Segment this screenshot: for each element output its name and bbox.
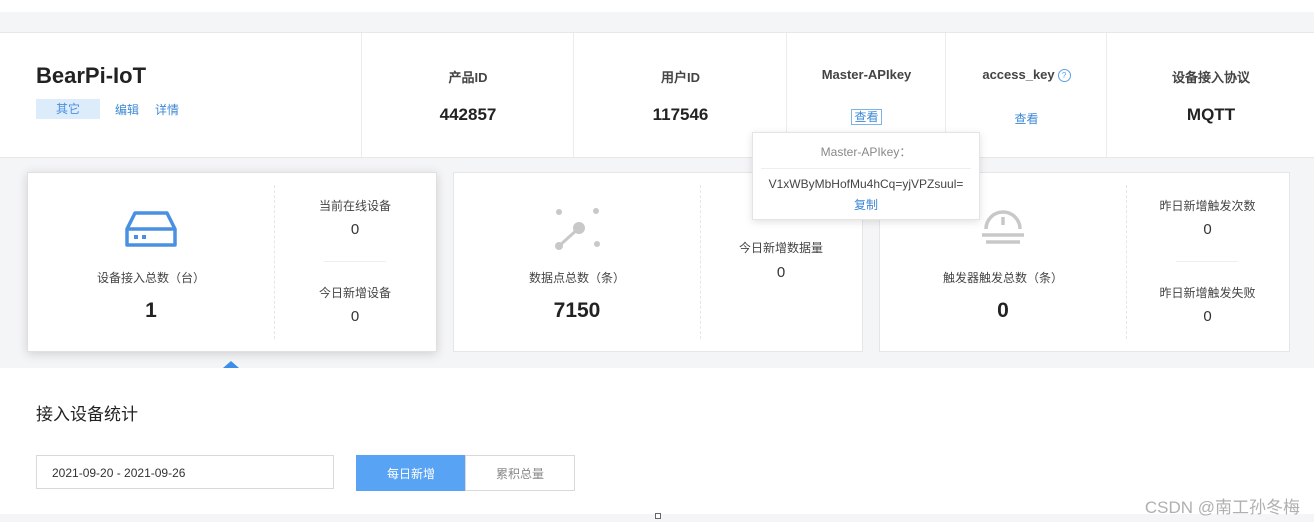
product-id-column: 产品ID 442857 — [361, 33, 574, 157]
new-data-today-label: 今日新增数据量 — [738, 241, 823, 255]
detail-link[interactable]: 详情 — [155, 101, 179, 118]
protocol-column: 设备接入协议 MQTT — [1106, 33, 1314, 157]
resize-handle[interactable] — [655, 513, 661, 519]
datapoint-icon — [554, 207, 602, 256]
yesterday-trigger-count-label: 昨日新增触发次数 — [1159, 199, 1256, 213]
triggers-total-label: 触发器触发总数（条） — [942, 271, 1063, 285]
yesterday-trigger-fail-label: 昨日新增触发失败 — [1159, 286, 1256, 300]
master-apikey-view-button[interactable]: 查看 — [851, 109, 882, 125]
online-devices-label: 当前在线设备 — [318, 199, 391, 213]
user-id-value: 117546 — [652, 105, 709, 124]
master-apikey-label: Master-APIkey — [821, 67, 912, 82]
trigger-icon — [980, 207, 1026, 254]
access-key-label: access_key — [982, 67, 1055, 82]
product-name: BearPi-IoT — [36, 63, 147, 88]
devices-total-label: 设备接入总数（台） — [96, 271, 205, 285]
online-devices-value: 0 — [350, 221, 360, 238]
new-devices-today-label: 今日新增设备 — [318, 286, 391, 300]
protocol-value: MQTT — [1186, 105, 1236, 124]
product-id-label: 产品ID — [448, 70, 488, 85]
copy-button[interactable]: 复制 — [753, 196, 979, 213]
datapoints-total-value: 7150 — [553, 299, 601, 322]
date-range-input[interactable]: 2021-09-20 - 2021-09-26 — [36, 455, 334, 489]
access-key-view-button[interactable]: 查看 — [1014, 112, 1038, 126]
product-id-value: 442857 — [439, 105, 497, 124]
device-icon — [125, 209, 177, 254]
page-band — [0, 12, 1314, 32]
new-data-today-value: 0 — [776, 264, 786, 281]
datapoints-total-label: 数据点总数（条） — [528, 271, 625, 285]
device-statistics-panel: 接入设备统计 2021-09-20 - 2021-09-26 每日新增 累积总量 — [0, 368, 1314, 514]
user-id-label: 用户ID — [660, 70, 700, 85]
edit-link[interactable]: 编辑 — [115, 101, 139, 118]
yesterday-trigger-fail-value: 0 — [1203, 308, 1212, 325]
master-apikey-value: V1xWByMbHofMu4hCq=yjVPZsuul= — [768, 177, 964, 191]
product-header: BearPi-IoT 其它 编辑 详情 产品ID 442857 用户ID 117… — [0, 32, 1314, 158]
watermark: CSDN @南工孙冬梅 — [1144, 498, 1300, 517]
device-stats-card[interactable]: 设备接入总数（台） 1 当前在线设备 0 今日新增设备 0 — [27, 172, 437, 352]
help-icon[interactable]: ? — [1057, 69, 1071, 83]
yesterday-trigger-count-value: 0 — [1203, 221, 1212, 238]
product-category-tag: 其它 — [36, 99, 100, 119]
devices-total-value: 1 — [145, 299, 157, 322]
side-separator — [324, 261, 386, 262]
statistics-title: 接入设备统计 — [36, 405, 138, 424]
tab-cumulative[interactable]: 累积总量 — [465, 455, 575, 491]
side-separator — [1176, 261, 1238, 262]
master-apikey-popover: Master-APIkey： V1xWByMbHofMu4hCq=yjVPZsu… — [752, 132, 980, 220]
popover-title: Master-APIkey： — [761, 143, 971, 169]
triggers-total-value: 0 — [997, 299, 1009, 322]
access-key-label-wrap: access_key? — [946, 67, 1107, 83]
card-divider — [700, 185, 701, 339]
protocol-label: 设备接入协议 — [1171, 70, 1250, 85]
active-card-indicator — [223, 361, 239, 368]
tab-daily-new[interactable]: 每日新增 — [356, 455, 466, 491]
new-devices-today-value: 0 — [350, 308, 360, 325]
top-strip — [0, 0, 1314, 12]
